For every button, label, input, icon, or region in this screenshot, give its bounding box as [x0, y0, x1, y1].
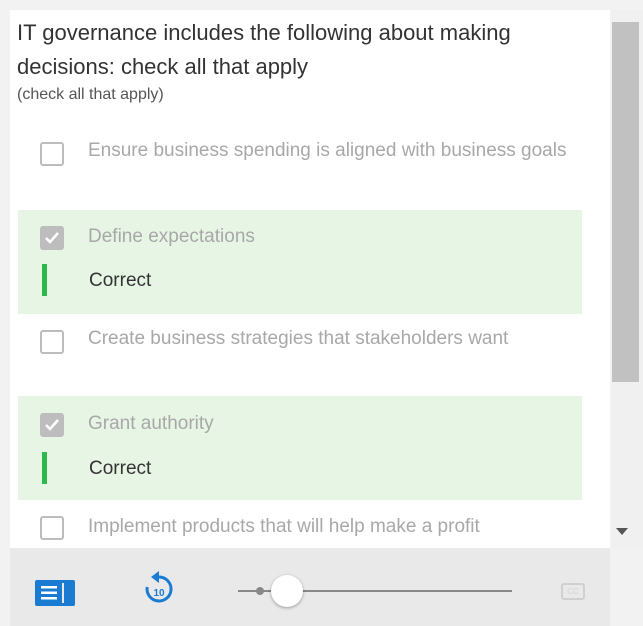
check-icon: [45, 232, 59, 244]
option-4-checkbox[interactable]: [40, 413, 64, 437]
question-subtitle: (check all that apply): [17, 86, 164, 103]
question-title: IT governance includes the following abo…: [17, 20, 511, 79]
option-2-label[interactable]: Define expectations: [88, 220, 568, 254]
volume-slider-start-dot: [256, 587, 264, 595]
scroll-down-arrow-icon[interactable]: [616, 528, 628, 535]
transcript-icon[interactable]: [35, 580, 75, 611]
option-5-label[interactable]: Implement products that will help make a…: [88, 510, 568, 544]
option-3-checkbox[interactable]: [40, 330, 64, 354]
option-5-checkbox[interactable]: [40, 516, 64, 540]
option-1-checkbox[interactable]: [40, 142, 64, 166]
scrollbar-thumb[interactable]: [612, 22, 639, 382]
option-4-feedback: Correct: [89, 458, 152, 479]
player-controls-bar: [10, 548, 610, 626]
correct-indicator-bar: [42, 264, 47, 296]
replay-seconds-label: 10: [153, 588, 165, 599]
option-1-label[interactable]: Ensure business spending is aligned with…: [88, 134, 568, 168]
closed-captions-button[interactable]: CC: [561, 583, 585, 600]
option-3-label[interactable]: Create business strategies that stakehol…: [88, 322, 568, 356]
check-icon: [45, 419, 59, 431]
option-2-feedback: Correct: [89, 270, 152, 291]
correct-indicator-bar: [42, 452, 47, 484]
option-4-label[interactable]: Grant authority: [88, 407, 568, 441]
volume-slider-thumb[interactable]: [271, 575, 303, 607]
replay-10-icon[interactable]: 10: [141, 569, 177, 612]
option-2-checkbox[interactable]: [40, 226, 64, 250]
